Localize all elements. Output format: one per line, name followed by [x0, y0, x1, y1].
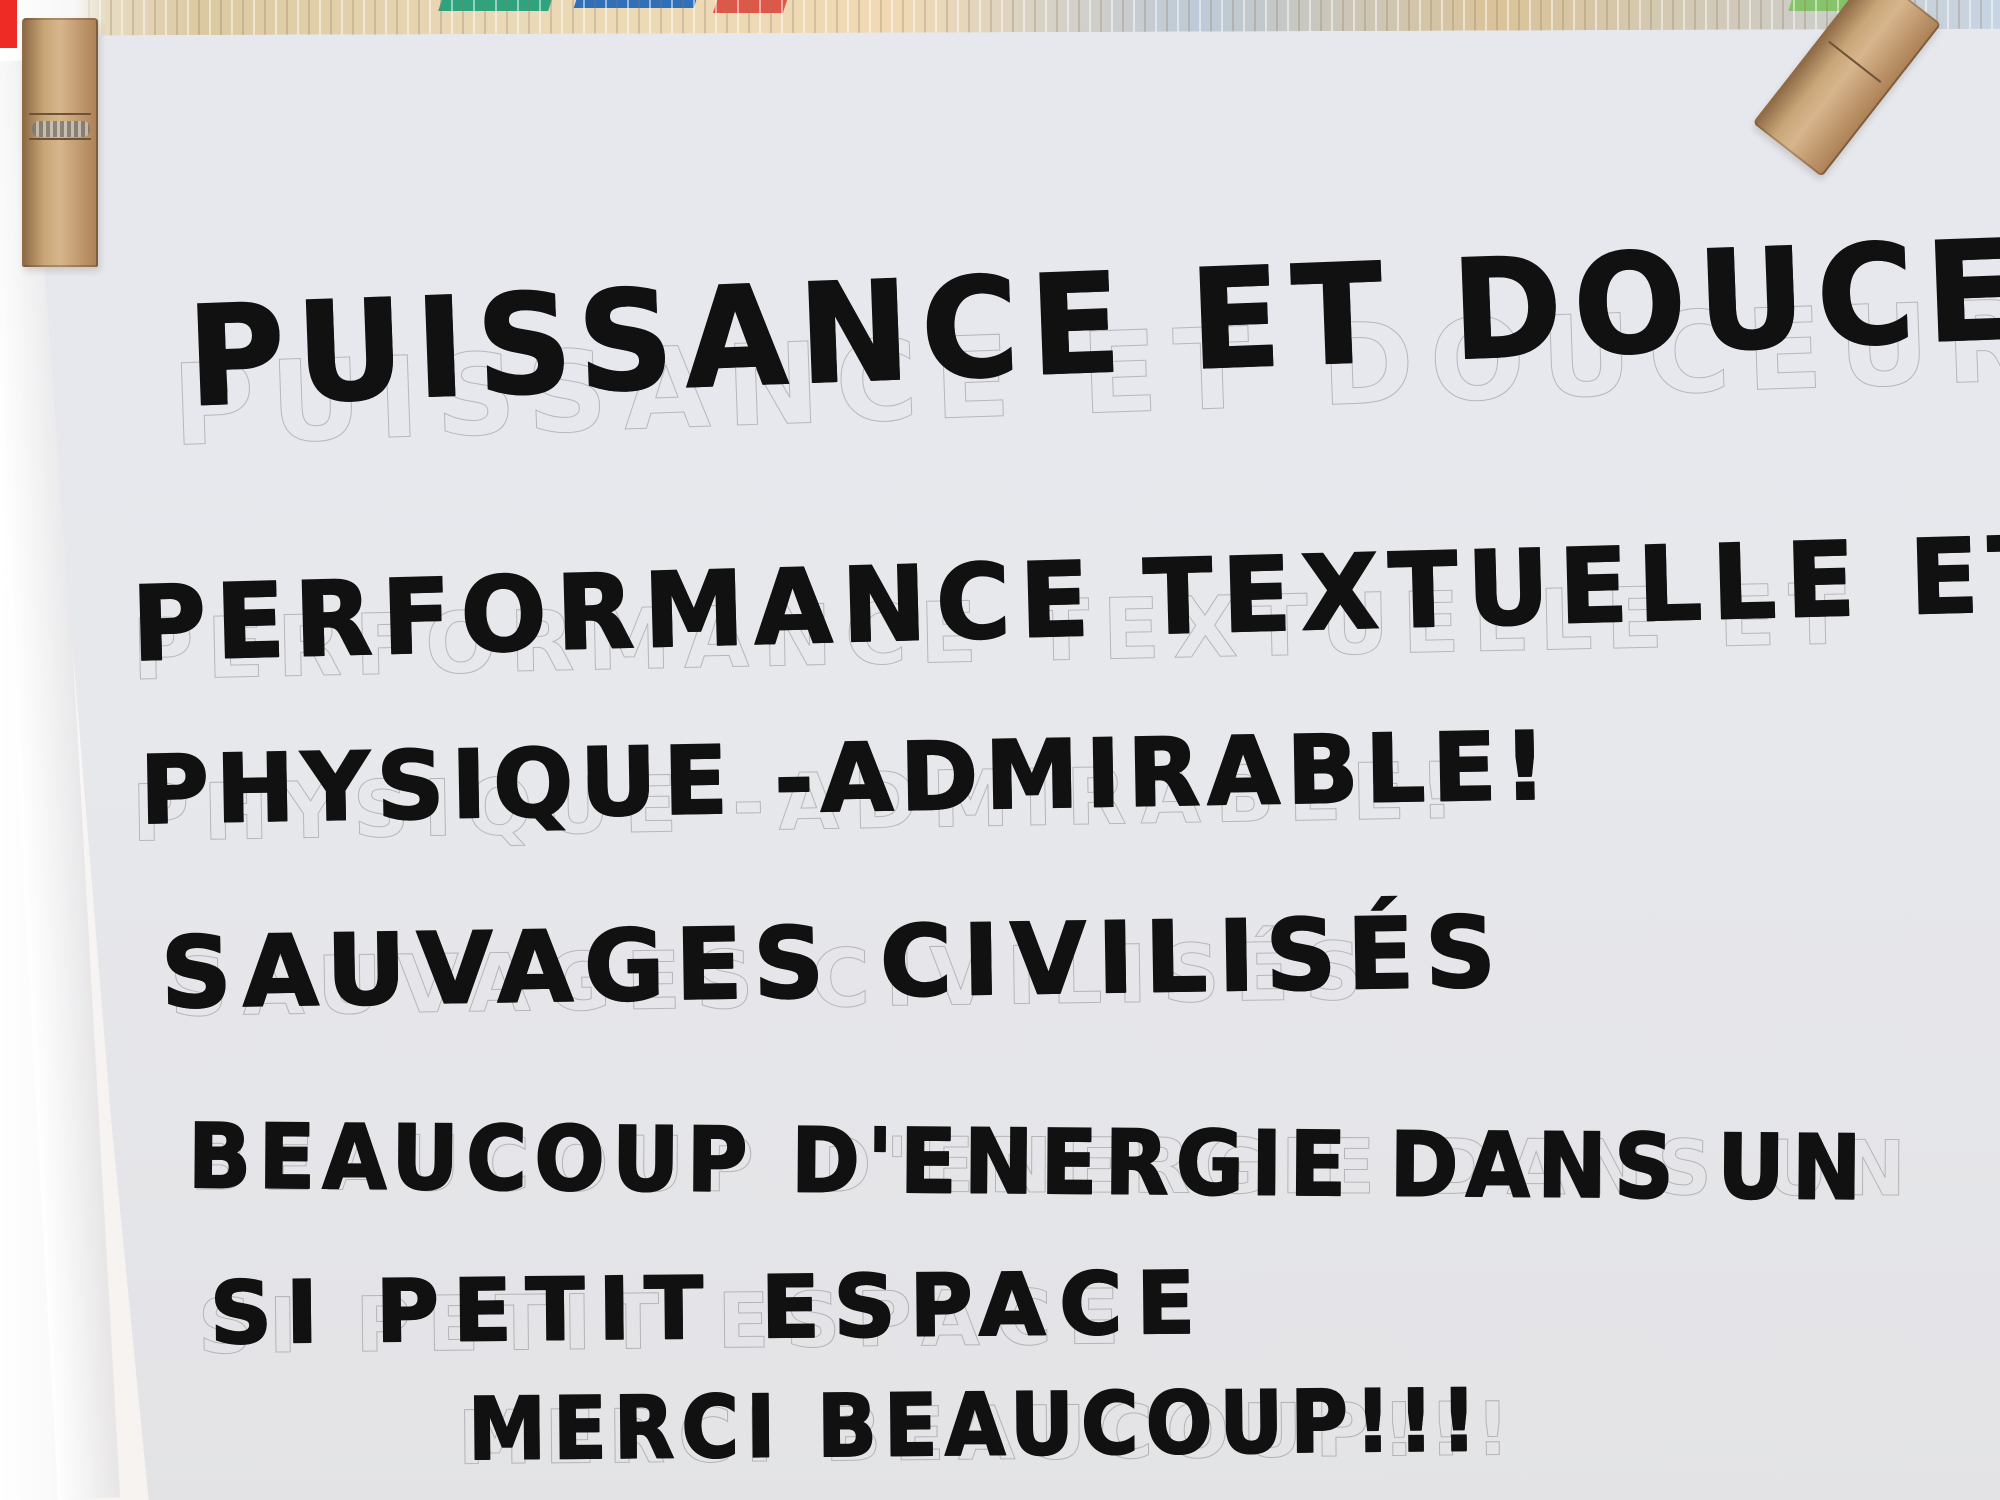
message-line-1: PUISSANCE ET DOUCEUR	[184, 201, 2000, 439]
message-line-3: PHYSIQUE -ADMIRABLE!	[138, 711, 1555, 847]
message-line-4: SAUVAGES CIVILISÉS	[159, 895, 1508, 1032]
message-line-2: PERFORMANCE TEXTUELLE ET	[129, 513, 2000, 686]
handwritten-message: PUISSANCE ET DOUCEUR PERFORMANCE TEXTUEL…	[0, 0, 2000, 1500]
photo-scene: PUISSANCE ET DOUCEUR PERFORMANCE TEXTUEL…	[0, 0, 2000, 1500]
message-line-7: MERCI BEAUCOUP!!!	[467, 1370, 1486, 1481]
message-line-5: BEAUCOUP D'ENERGIE DANS UN	[187, 1103, 1870, 1221]
message-line-6: SI PETIT ESPACE	[208, 1253, 1210, 1365]
